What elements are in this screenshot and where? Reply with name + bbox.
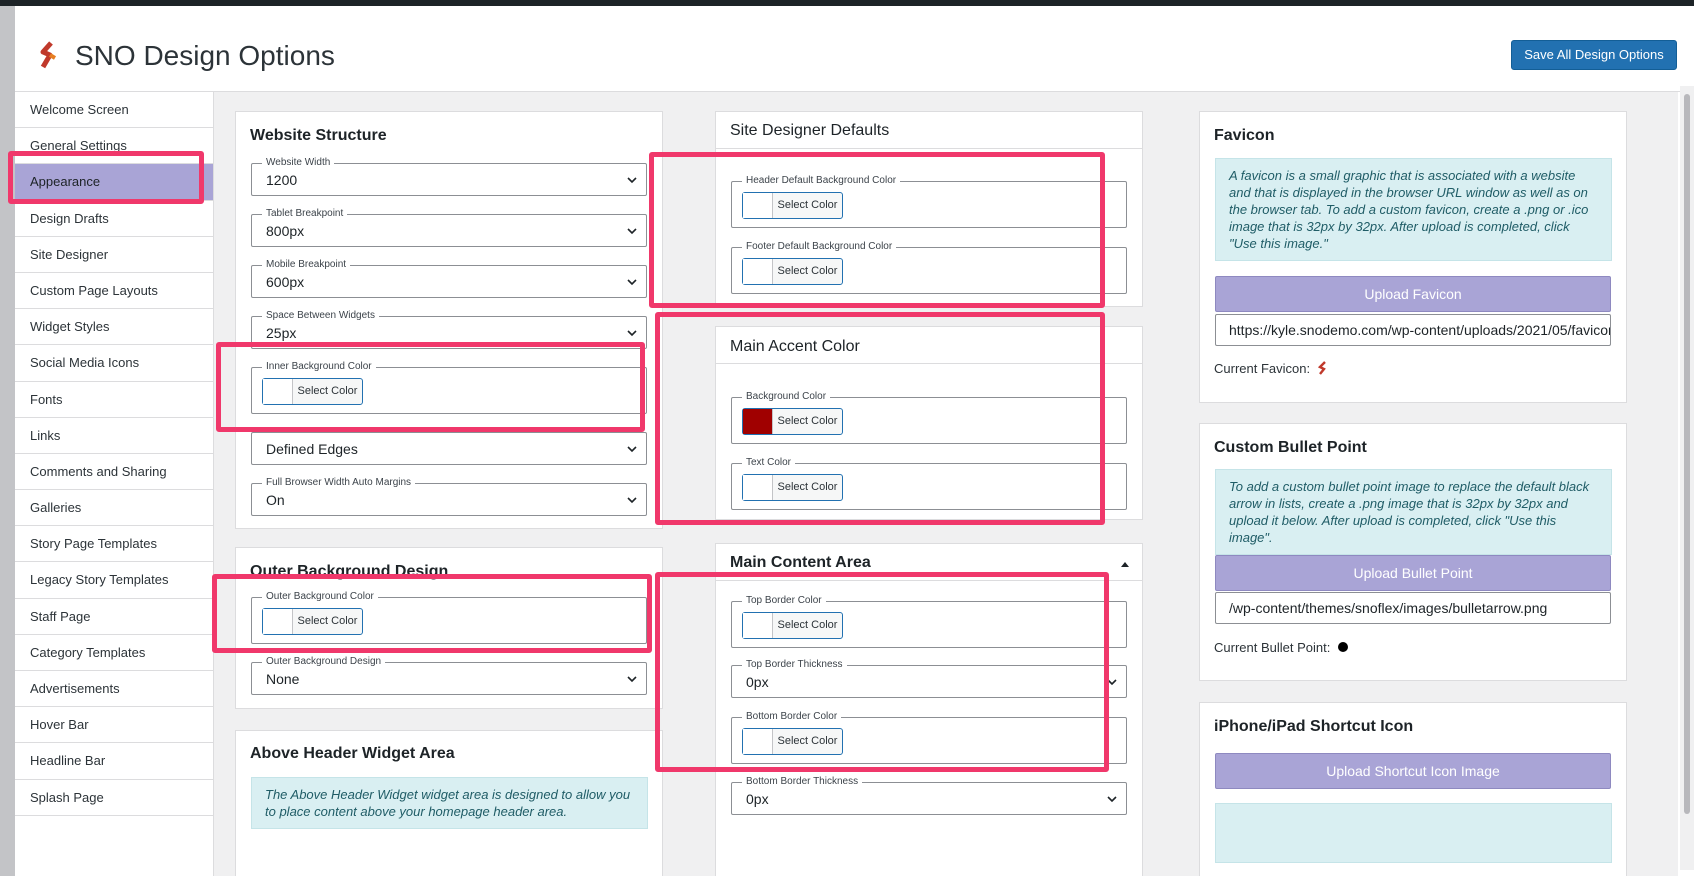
window-left-edge [0,6,15,876]
bullet-info: To add a custom bullet point image to re… [1215,469,1612,555]
chevron-down-icon [626,224,638,242]
sidebar-item-links[interactable]: Links [15,418,213,454]
page-title: SNO Design Options [75,40,335,71]
sno-logo-icon [37,41,61,74]
above-header-title: Above Header Widget Area [250,745,455,762]
page-header: SNO Design Options Save All Design Optio… [15,6,1694,92]
bullet-url-input[interactable]: /wp-content/themes/snoflex/images/bullet… [1215,592,1611,624]
highlight-site-designer-defaults [649,152,1105,308]
field-label: Space Between Widgets [262,309,379,323]
main-content-area-title: Main Content Area [730,554,871,571]
chevron-down-icon [626,442,638,460]
scrollbar-thumb[interactable] [1684,94,1690,814]
sidebar-item-fonts[interactable]: Fonts [15,382,213,418]
custom-bullet-title: Custom Bullet Point [1214,439,1367,456]
sidebar-item-design-drafts[interactable]: Design Drafts [15,201,213,237]
field-value: On [266,492,285,508]
upload-bullet-button[interactable]: Upload Bullet Point [1215,555,1611,591]
field-value: 600px [266,274,305,290]
bullet-preview-icon [1337,642,1348,652]
field-value: None [266,671,300,687]
shortcut-info-box [1215,803,1612,863]
highlight-outer-background-color [212,574,652,653]
current-favicon-text: Current Favicon: [1214,361,1311,376]
sidebar-item-hover-bar[interactable]: Hover Bar [15,707,213,744]
highlight-main-accent-color [655,312,1105,525]
settings-sidebar: Welcome Screen General Settings Appearan… [15,92,214,876]
shortcut-icon-panel: iPhone/iPad Shortcut Icon Upload Shortcu… [1199,702,1627,876]
website-width-select[interactable]: Website Width 1200 [251,156,647,196]
panel-divider [716,148,1142,149]
sidebar-item-welcome-screen[interactable]: Welcome Screen [15,92,213,129]
sidebar-item-social-media-icons[interactable]: Social Media Icons [15,345,213,382]
highlight-main-content-fields [655,572,1109,772]
favicon-url-input[interactable]: https://kyle.snodemo.com/wp-content/uplo… [1215,314,1611,346]
favicon-info: A favicon is a small graphic that is ass… [1215,158,1612,261]
field-label: Mobile Breakpoint [262,258,351,272]
field-label: Outer Background Design [262,655,386,669]
upload-shortcut-icon-button[interactable]: Upload Shortcut Icon Image [1215,753,1611,789]
sidebar-item-widget-styles[interactable]: Widget Styles [15,309,213,346]
sidebar-item-headline-bar[interactable]: Headline Bar [15,743,213,780]
background-edges-select[interactable]: Defined Edges [251,432,647,465]
chevron-down-icon [626,493,638,511]
field-value: 1200 [266,172,298,188]
chevron-down-icon [626,173,638,191]
sidebar-item-site-designer[interactable]: Site Designer [15,237,213,273]
custom-bullet-panel: Custom Bullet Point To add a custom bull… [1199,423,1627,681]
save-all-button[interactable]: Save All Design Options [1511,40,1677,70]
sidebar-item-custom-page-layouts[interactable]: Custom Page Layouts [15,273,213,310]
full-browser-width-select[interactable]: Full Browser Width Auto Margins On [251,476,647,516]
shortcut-icon-title: iPhone/iPad Shortcut Icon [1214,718,1414,735]
favicon-panel: Favicon A favicon is a small graphic tha… [1199,111,1627,403]
chevron-down-icon [626,672,638,690]
bottom-border-thickness-select[interactable]: Bottom Border Thickness 0px [731,775,1127,815]
sidebar-item-legacy-story-templates[interactable]: Legacy Story Templates [15,562,213,599]
chevron-down-icon [1106,792,1118,810]
sidebar-item-galleries[interactable]: Galleries [15,490,213,527]
tablet-breakpoint-select[interactable]: Tablet Breakpoint 800px [251,207,647,247]
sidebar-item-staff-page[interactable]: Staff Page [15,599,213,635]
outer-background-design-select[interactable]: Outer Background Design None [251,655,647,695]
field-value: 800px [266,223,305,239]
sidebar-item-story-page-templates[interactable]: Story Page Templates [15,526,213,563]
site-designer-defaults-title: Site Designer Defaults [730,122,890,139]
website-structure-title: Website Structure [250,127,387,144]
above-header-panel: Above Header Widget Area The Above Heade… [235,730,663,876]
field-value: 0px [746,791,769,807]
above-header-info: The Above Header Widget widget area is d… [251,777,648,829]
field-label: Tablet Breakpoint [262,207,348,221]
mobile-breakpoint-select[interactable]: Mobile Breakpoint 600px [251,258,647,298]
favicon-title: Favicon [1214,127,1275,144]
field-label: Website Width [262,156,335,170]
sidebar-item-comments-and-sharing[interactable]: Comments and Sharing [15,454,213,491]
sidebar-item-advertisements[interactable]: Advertisements [15,671,213,708]
current-bullet-label: Current Bullet Point: [1214,640,1348,655]
upload-favicon-button[interactable]: Upload Favicon [1215,276,1611,312]
field-label: Bottom Border Thickness [742,775,863,789]
content-scrollbar[interactable] [1680,86,1694,870]
current-bullet-text: Current Bullet Point: [1214,640,1331,655]
current-favicon-label: Current Favicon: [1214,361,1328,378]
highlight-appearance [8,151,204,204]
field-value: 25px [266,325,297,341]
highlight-inner-background-color [216,342,645,432]
sidebar-item-category-templates[interactable]: Category Templates [15,635,213,671]
favicon-preview-icon [1317,361,1328,378]
chevron-down-icon [626,275,638,293]
sidebar-item-splash-page[interactable]: Splash Page [15,780,213,816]
field-label: Full Browser Width Auto Margins [262,476,416,490]
design-options-app: SNO Design Options Save All Design Optio… [8,6,1694,876]
field-value: Defined Edges [266,441,358,457]
website-structure-panel: Website Structure Website Width 1200 Tab… [235,111,663,529]
collapse-arrow-icon[interactable] [1120,556,1130,574]
